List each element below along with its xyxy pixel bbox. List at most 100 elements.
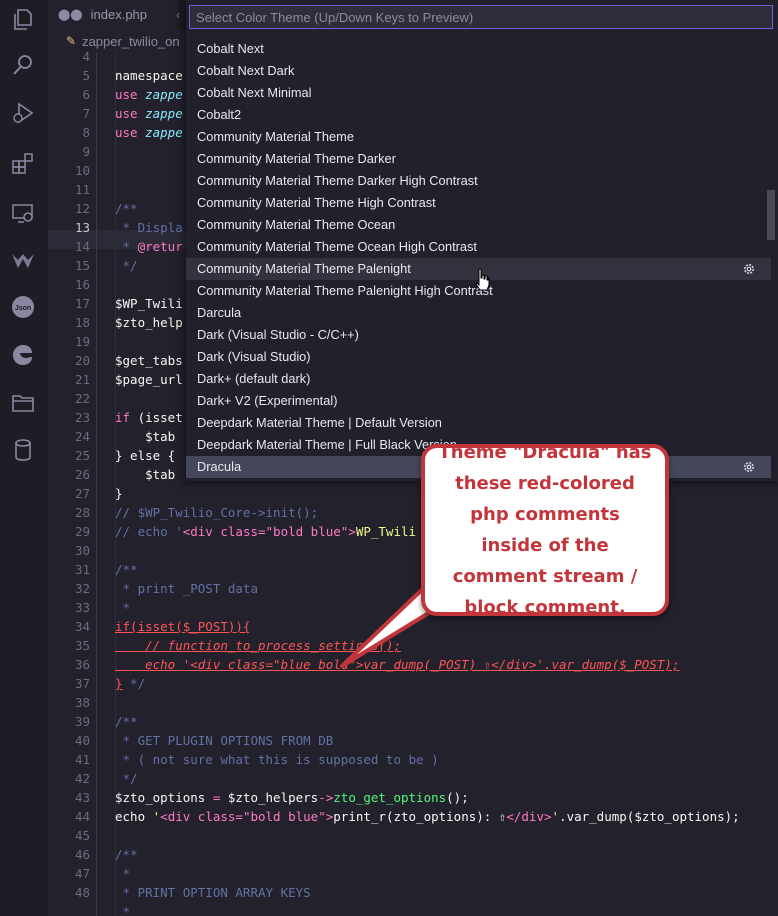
theme-list-item[interactable]: Cobalt Next Minimal xyxy=(186,82,771,104)
theme-list-item[interactable]: Community Material Theme Darker xyxy=(186,148,771,170)
theme-item-label: Community Material Theme Darker xyxy=(197,151,396,166)
red-php-comment: } xyxy=(115,676,123,691)
code-text: (isset xyxy=(137,410,183,425)
theme-list-item[interactable]: Darcula xyxy=(186,302,771,324)
line-number: 47 xyxy=(74,866,90,881)
code-comment: /** xyxy=(115,562,138,577)
php-file-icon: ✎ xyxy=(66,34,77,48)
code-text: } else { xyxy=(115,448,176,463)
line-number: 34 xyxy=(74,619,90,634)
theme-list-item[interactable]: Cobalt Next Dark xyxy=(186,60,771,82)
picker-scrollbar[interactable] xyxy=(767,190,775,240)
code-comment: /** xyxy=(115,847,138,862)
code-html: <div class="bold blue"> xyxy=(160,809,334,824)
theme-item-label: Community Material Theme Ocean xyxy=(197,217,396,232)
tab-index-php[interactable]: ⬤⬤ index.php xyxy=(48,0,178,29)
line-number: 17 xyxy=(74,296,90,311)
theme-list-item[interactable]: Community Material Theme xyxy=(186,126,771,148)
line-number: 35 xyxy=(74,638,90,653)
line-number: 30 xyxy=(74,543,90,558)
theme-list-item[interactable]: Community Material Theme Ocean High Cont… xyxy=(186,236,771,258)
line-number: 5 xyxy=(82,68,90,83)
theme-item-label: Dark+ V2 (Experimental) xyxy=(197,393,338,408)
gear-icon[interactable] xyxy=(742,262,756,276)
code-comment: */ xyxy=(122,676,146,691)
search-icon[interactable] xyxy=(10,52,36,78)
code-keyword: use xyxy=(115,106,146,121)
code-text: $zto_help xyxy=(115,315,183,330)
code-comment: * xyxy=(115,239,138,254)
callout-text: Theme "Dracula" has these red-colored ph… xyxy=(438,442,652,618)
line-number: 32 xyxy=(74,581,90,596)
code-html: <div class="bold blue"> xyxy=(182,524,356,539)
line-number: 40 xyxy=(74,733,90,748)
code-comment: * PRINT OPTION ARRAY KEYS xyxy=(115,885,311,900)
line-number: 39 xyxy=(74,714,90,729)
line-number: 4 xyxy=(82,49,90,64)
edge-icon[interactable] xyxy=(10,342,36,368)
theme-list-item[interactable]: Cobalt Next xyxy=(186,38,771,60)
code-text: $get_tabs xyxy=(115,353,183,368)
annotation-callout: Theme "Dracula" has these red-colored ph… xyxy=(421,442,669,618)
explorer-icon[interactable] xyxy=(10,6,36,32)
line-number: 33 xyxy=(74,600,90,615)
line-number: 14 xyxy=(74,239,90,254)
theme-list-item[interactable]: Dark (Visual Studio - C/C++) xyxy=(186,324,771,346)
color-theme-picker: Cobalt Next Cobalt Next Dark Cobalt Next M… xyxy=(186,0,778,481)
folder-icon[interactable] xyxy=(10,390,36,416)
theme-item-label: Community Material Theme Palenight High … xyxy=(197,283,493,298)
theme-list-item[interactable]: Dark+ V2 (Experimental) xyxy=(186,390,771,412)
line-number: 13 xyxy=(74,220,90,235)
line-number: 43 xyxy=(74,790,90,805)
json-icon[interactable]: Json xyxy=(10,294,36,320)
activity-bar: Json xyxy=(0,0,48,916)
theme-list-item[interactable]: Dark+ (default dark) xyxy=(186,368,771,390)
code-text: ); xyxy=(724,809,740,824)
theme-list-item[interactable]: Cobalt2 xyxy=(186,104,771,126)
code-operator: = xyxy=(205,790,228,805)
code-text: $WP_Twili xyxy=(115,296,183,311)
run-debug-icon[interactable] xyxy=(10,100,36,126)
line-number: 9 xyxy=(82,144,90,159)
code-comment: */ xyxy=(115,771,138,786)
line-number: 28 xyxy=(74,505,90,520)
theme-item-label: Dracula xyxy=(197,459,242,474)
gear-icon[interactable] xyxy=(742,460,756,474)
code-function: zto_get_options xyxy=(333,790,447,805)
line-number: 20 xyxy=(74,353,90,368)
theme-search-input[interactable] xyxy=(189,5,773,29)
source-control-icon[interactable] xyxy=(10,248,36,274)
code-string: print_r(zto_options): ⇧ xyxy=(333,809,507,824)
code-comment: * xyxy=(115,600,131,615)
theme-list-item[interactable]: Deepdark Material Theme | Default Versio… xyxy=(186,412,771,434)
code-text: echo xyxy=(115,809,153,824)
code-variable: $zto_options xyxy=(115,790,206,805)
code-comment: * GET PLUGIN OPTIONS FROM DB xyxy=(115,733,334,748)
line-number: 21 xyxy=(74,372,90,387)
theme-list-item[interactable]: Community Material Theme Ocean xyxy=(186,214,771,236)
line-number: 31 xyxy=(74,562,90,577)
theme-list-item[interactable]: Community Material Theme Darker High Con… xyxy=(186,170,771,192)
code-text: namespace xyxy=(115,68,183,83)
theme-item-label: Community Material Theme Ocean High Cont… xyxy=(197,239,477,254)
code-doc-tag: @retur xyxy=(137,239,183,254)
code-comment: * Displa xyxy=(115,220,183,235)
code-text: (); xyxy=(446,790,469,805)
theme-item-label: Darcula xyxy=(197,305,242,320)
theme-item-label: Dark (Visual Studio) xyxy=(197,349,311,364)
line-number: 48 xyxy=(74,885,90,900)
remote-explorer-icon[interactable] xyxy=(10,200,36,226)
theme-list-item[interactable]: Dark (Visual Studio) xyxy=(186,346,771,368)
theme-list-item[interactable]: Community Material Theme High Contrast xyxy=(186,192,771,214)
code-namespace: zappe xyxy=(145,125,183,140)
theme-item-label: Dark (Visual Studio - C/C++) xyxy=(197,327,359,342)
theme-item-label: Dark+ (default dark) xyxy=(197,371,311,386)
code-comment: * xyxy=(115,866,131,881)
theme-item-label: Cobalt2 xyxy=(197,107,242,122)
line-number: 7 xyxy=(82,106,90,121)
code-keyword: if xyxy=(115,410,138,425)
line-number: 18 xyxy=(74,315,90,330)
extensions-icon[interactable] xyxy=(10,150,36,176)
database-icon[interactable] xyxy=(10,437,36,463)
code-text: .var_dump( xyxy=(559,809,635,824)
